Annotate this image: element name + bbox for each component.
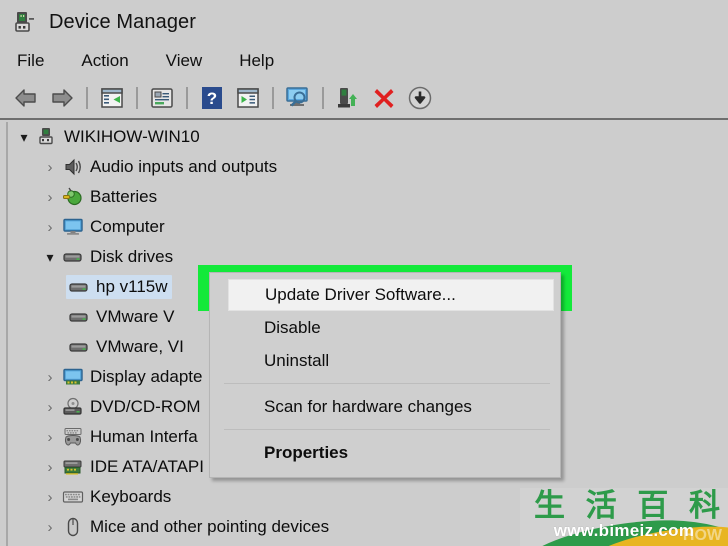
tree-item-label: Mice and other pointing devices bbox=[90, 517, 330, 536]
chevron-right-icon[interactable]: › bbox=[40, 400, 60, 415]
page-title: Device Manager bbox=[49, 10, 197, 33]
disk-icon bbox=[68, 337, 90, 357]
keyboard-icon bbox=[62, 487, 84, 507]
back-icon[interactable] bbox=[11, 83, 41, 113]
tree-item-label: IDE ATA/ATAPI bbox=[90, 457, 204, 476]
chevron-right-icon[interactable]: › bbox=[40, 190, 60, 205]
chevron-down-icon[interactable]: ▾ bbox=[14, 130, 34, 144]
chevron-right-icon[interactable]: › bbox=[40, 460, 60, 475]
tree-item-label: Computer bbox=[90, 217, 165, 236]
context-menu-item-uninstall[interactable]: Uninstall bbox=[210, 344, 560, 377]
menu-view[interactable]: View bbox=[163, 49, 206, 73]
speaker-icon bbox=[62, 157, 84, 177]
tree-item-label: VMware, VI bbox=[96, 337, 184, 356]
monitor-icon bbox=[62, 217, 84, 237]
watermark-url: www.bimeiz.com bbox=[553, 521, 695, 540]
disk-icon bbox=[68, 307, 90, 327]
chevron-right-icon[interactable]: › bbox=[40, 520, 60, 535]
watermark: HOW 生 活 百 科 www.bimeiz.com bbox=[520, 488, 728, 546]
tree-item-label: Batteries bbox=[90, 187, 158, 206]
tree-item-label: Disk drives bbox=[90, 247, 174, 266]
context-menu[interactable]: Update Driver Software... Disable Uninst… bbox=[209, 272, 561, 478]
chevron-right-icon[interactable]: › bbox=[40, 220, 60, 235]
forward-icon[interactable] bbox=[47, 83, 77, 113]
mouse-icon bbox=[62, 517, 84, 537]
disk-icon bbox=[68, 277, 90, 297]
ide-controller-icon bbox=[62, 457, 84, 477]
display-adapter-icon bbox=[62, 367, 84, 387]
tree-item-mice-and-other-pointing-devices[interactable]: › Mice and other pointing devices bbox=[8, 512, 566, 542]
context-menu-item-properties[interactable]: Properties bbox=[210, 436, 560, 469]
gamepad-icon bbox=[62, 427, 84, 447]
toolbar-separator bbox=[186, 87, 188, 109]
menu-file[interactable]: File bbox=[14, 49, 47, 73]
context-menu-item-scan-for-hardware-changes[interactable]: Scan for hardware changes bbox=[210, 390, 560, 423]
watermark-cjk-char: 生 bbox=[534, 488, 565, 524]
tree-item-label: Keyboards bbox=[90, 487, 172, 506]
disk-icon bbox=[62, 247, 84, 267]
device-manager-icon bbox=[13, 9, 39, 35]
toolbar: ? bbox=[0, 78, 728, 120]
show-hide-console-tree-icon[interactable] bbox=[97, 83, 127, 113]
chevron-right-icon[interactable]: › bbox=[40, 160, 60, 175]
tree-item-audio-inputs-and-outputs[interactable]: › Audio inputs and outputs bbox=[8, 152, 566, 182]
chevron-right-icon[interactable]: › bbox=[40, 370, 60, 385]
tree-item-wikihow-win10[interactable]: ▾ WIKIHOW-WIN10 bbox=[8, 122, 566, 152]
chevron-down-icon[interactable]: ▾ bbox=[40, 250, 60, 264]
watermark-cjk-char: 百 bbox=[637, 488, 669, 524]
dvd-icon bbox=[62, 397, 84, 417]
tree-item-label: Audio inputs and outputs bbox=[90, 157, 278, 176]
disable-icon[interactable] bbox=[405, 83, 435, 113]
toolbar-separator bbox=[272, 87, 274, 109]
tree-item-computer[interactable]: › Computer bbox=[8, 212, 566, 242]
tree-item-label: Display adapte bbox=[90, 367, 203, 386]
tree-item-label: VMware V bbox=[96, 307, 175, 326]
computer-node-icon bbox=[36, 127, 58, 147]
context-menu-separator bbox=[224, 429, 550, 430]
context-menu-separator bbox=[224, 383, 550, 384]
tree-item-keyboards[interactable]: › Keyboards bbox=[8, 482, 566, 512]
toolbar-separator bbox=[136, 87, 138, 109]
chevron-right-icon[interactable]: › bbox=[40, 430, 60, 445]
toolbar-separator bbox=[322, 87, 324, 109]
chevron-right-icon[interactable]: › bbox=[40, 490, 60, 505]
scan-for-hardware-changes-icon[interactable] bbox=[283, 83, 313, 113]
watermark-cjk-char: 科 bbox=[688, 488, 720, 524]
menu-help[interactable]: Help bbox=[236, 49, 277, 73]
help-icon[interactable]: ? bbox=[197, 83, 227, 113]
context-menu-item-disable[interactable]: Disable bbox=[210, 311, 560, 344]
svg-text:?: ? bbox=[207, 89, 217, 108]
device-manager-window: Device Manager File Action View Help ? ▾… bbox=[0, 0, 728, 546]
tree-item-label: DVD/CD-ROM bbox=[90, 397, 201, 416]
tree-item-monitors[interactable]: › Monitors bbox=[8, 542, 566, 546]
tree-item-label: WIKIHOW-WIN10 bbox=[64, 127, 200, 146]
menu-action[interactable]: Action bbox=[78, 49, 131, 73]
action-menu-icon[interactable] bbox=[233, 83, 263, 113]
watermark-cjk-title: 生 活 百 科 bbox=[534, 489, 720, 523]
update-driver-icon[interactable] bbox=[333, 83, 363, 113]
tree-item-label: hp v115w bbox=[96, 277, 168, 296]
battery-icon bbox=[62, 187, 84, 207]
watermark-cjk-char: 活 bbox=[585, 488, 617, 524]
menu-bar: File Action View Help bbox=[0, 44, 728, 78]
toolbar-separator bbox=[86, 87, 88, 109]
tree-item-batteries[interactable]: › Batteries bbox=[8, 182, 566, 212]
uninstall-icon[interactable] bbox=[369, 83, 399, 113]
title-bar: Device Manager bbox=[0, 0, 728, 44]
context-menu-item-update-driver-software[interactable]: Update Driver Software... bbox=[228, 279, 554, 311]
tree-item-label: Human Interfa bbox=[90, 427, 198, 446]
properties-icon[interactable] bbox=[147, 83, 177, 113]
